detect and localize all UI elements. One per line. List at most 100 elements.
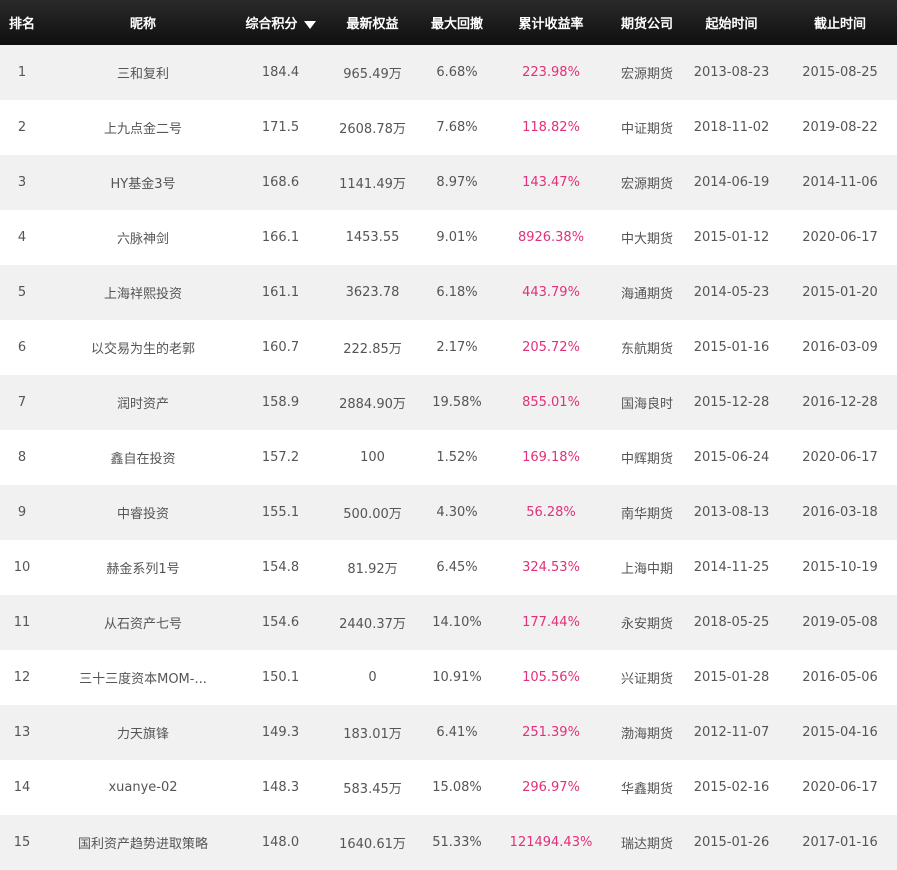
nickname-cell[interactable]: 力天旗锋 [44,723,242,742]
equity-cell: 3623.78 [345,285,400,300]
equity-cell: 222.85万 [343,342,402,357]
score-cell: 148.3 [261,780,300,795]
broker-cell: 中大期货 [620,232,673,247]
end-date-cell: 2015-04-16 [802,725,878,740]
equity-cell: 2440.37万 [339,617,406,632]
rank-cell: 13 [13,725,31,740]
equity-cell: 2608.78万 [339,122,406,137]
nickname-cell[interactable]: 中睿投资 [44,503,242,522]
nickname-cell[interactable]: HY基金3号 [44,173,242,192]
drawdown-cell: 6.41% [436,725,478,740]
table-body: 1 三和复利 184.4 965.49万 6.68% 223.98% 宏源期货 2013-08… [0,45,897,870]
start-date-cell: 2015-02-16 [693,780,770,795]
end-date-cell: 2015-01-20 [802,285,878,300]
ranking-table: 排名 昵称 综合积分 最新权益 最大回撤 累计收益率 期货公司 起始时间 截止时… [0,0,897,870]
table-row[interactable]: 3 HY基金3号 168.6 1141.49万 8.97% 143.47% 宏源期货 2014… [0,155,897,210]
sort-desc-icon[interactable] [303,20,316,29]
drawdown-cell: 19.58% [432,395,482,410]
table-row[interactable]: 2 上九点金二号 171.5 2608.78万 7.68% 118.82% 中证期货 2018… [0,100,897,155]
cum-return-cell: 177.44% [522,615,580,630]
table-header: 排名 昵称 综合积分 最新权益 最大回撤 累计收益率 期货公司 起始时间 截止时… [0,0,897,45]
start-date-cell: 2012-11-07 [693,725,770,740]
cum-return-cell: 205.72% [522,340,580,355]
end-date-cell: 2019-05-08 [802,615,878,630]
table-row[interactable]: 11 从石资产七号 154.6 2440.37万 14.10% 177.44% 永安期货 20… [0,595,897,650]
broker-cell: 中辉期货 [620,452,673,467]
cum-return-cell: 118.82% [522,120,580,135]
table-row[interactable]: 10 赫金系列1号 154.8 81.92万 6.45% 324.53% 上海中期 2014-… [0,540,897,595]
broker-cell: 华鑫期货 [620,782,673,797]
broker-cell: 兴证期货 [620,672,673,687]
table-row[interactable]: 1 三和复利 184.4 965.49万 6.68% 223.98% 宏源期货 2013-08… [0,45,897,100]
end-date-cell: 2019-08-22 [802,120,878,135]
header-score-label[interactable]: 综合积分 [245,17,297,32]
table-row[interactable]: 8 鑫自在投资 157.2 100 1.52% 169.18% 中辉期货 2015-06-24… [0,430,897,485]
table-row[interactable]: 7 润时资产 158.9 2884.90万 19.58% 855.01% 国海良时 2015-… [0,375,897,430]
cum-return-cell: 296.97% [522,780,580,795]
drawdown-cell: 14.10% [432,615,482,630]
equity-cell: 1141.49万 [339,177,406,192]
table-row[interactable]: 4 六脉神剑 166.1 1453.55 9.01% 8926.38% 中大期货 2015-0… [0,210,897,265]
cum-return-cell: 56.28% [526,505,576,520]
cum-return-cell: 169.18% [522,450,580,465]
nickname-cell[interactable]: xuanye-02 [44,780,242,795]
rank-cell: 6 [17,340,27,355]
end-date-cell: 2016-03-09 [802,340,878,355]
start-date-cell: 2015-01-12 [693,230,770,245]
table-row[interactable]: 15 国利资产趋势进取策略 148.0 1640.61万 51.33% 121494.43… [0,815,897,870]
equity-cell: 583.45万 [343,782,402,797]
nickname-cell[interactable]: 润时资产 [44,393,242,412]
score-cell: 160.7 [261,340,300,355]
start-date-cell: 2015-01-16 [693,340,770,355]
score-cell: 149.3 [261,725,300,740]
drawdown-cell: 6.18% [436,285,478,300]
rank-cell: 5 [17,285,27,300]
score-cell: 171.5 [261,120,300,135]
end-date-cell: 2016-05-06 [802,670,878,685]
drawdown-cell: 15.08% [432,780,482,795]
table-row[interactable]: 9 中睿投资 155.1 500.00万 4.30% 56.28% 南华期货 2013-08-… [0,485,897,540]
end-date-cell: 2016-03-18 [802,505,878,520]
header-broker[interactable]: 期货公司 [614,13,680,32]
equity-cell: 2884.90万 [339,397,406,412]
start-date-cell: 2015-12-28 [693,395,770,410]
header-end[interactable]: 截止时间 [783,13,897,32]
equity-cell: 183.01万 [343,727,402,742]
nickname-cell[interactable]: 国利资产趋势进取策略 [44,833,242,852]
nickname-cell[interactable]: 三和复利 [44,63,242,82]
nickname-cell[interactable]: 从石资产七号 [44,613,242,632]
score-cell: 150.1 [261,670,300,685]
start-date-cell: 2018-11-02 [693,120,770,135]
cum-return-cell: 105.56% [522,670,580,685]
header-drawdown[interactable]: 最大回撤 [426,13,488,32]
header-nickname[interactable]: 昵称 [44,13,242,32]
nickname-cell[interactable]: 六脉神剑 [44,228,242,247]
header-score[interactable]: 综合积分 [242,13,319,32]
header-cum-return[interactable]: 累计收益率 [488,13,614,32]
header-start[interactable]: 起始时间 [680,13,783,32]
table-row[interactable]: 12 三十三度资本MOM-... 150.1 0 10.91% 105.56% 兴证期货 20… [0,650,897,705]
equity-cell: 1453.55 [345,230,400,245]
nickname-cell[interactable]: 上九点金二号 [44,118,242,137]
nickname-cell[interactable]: 以交易为生的老郭 [44,338,242,357]
start-date-cell: 2014-06-19 [693,175,770,190]
table-row[interactable]: 14 xuanye-02 148.3 583.45万 15.08% 296.97% 华鑫期货… [0,760,897,815]
broker-cell: 宏源期货 [620,67,673,82]
nickname-cell[interactable]: 赫金系列1号 [44,558,242,577]
nickname-cell[interactable]: 三十三度资本MOM-... [44,668,242,687]
nickname-cell[interactable]: 上海祥熙投资 [44,283,242,302]
table-row[interactable]: 6 以交易为生的老郭 160.7 222.85万 2.17% 205.72% 东航期货 201… [0,320,897,375]
table-row[interactable]: 13 力天旗锋 149.3 183.01万 6.41% 251.39% 渤海期货 2012-1… [0,705,897,760]
header-equity[interactable]: 最新权益 [319,13,426,32]
header-rank[interactable]: 排名 [0,13,44,32]
cum-return-cell: 855.01% [522,395,580,410]
cum-return-cell: 121494.43% [509,835,593,850]
rank-cell: 3 [17,175,27,190]
cum-return-cell: 443.79% [522,285,580,300]
nickname-cell[interactable]: 鑫自在投资 [44,448,242,467]
end-date-cell: 2014-11-06 [802,175,878,190]
table-row[interactable]: 5 上海祥熙投资 161.1 3623.78 6.18% 443.79% 海通期货 2014-… [0,265,897,320]
rank-cell: 12 [13,670,31,685]
end-date-cell: 2020-06-17 [802,780,878,795]
equity-cell: 500.00万 [343,507,402,522]
